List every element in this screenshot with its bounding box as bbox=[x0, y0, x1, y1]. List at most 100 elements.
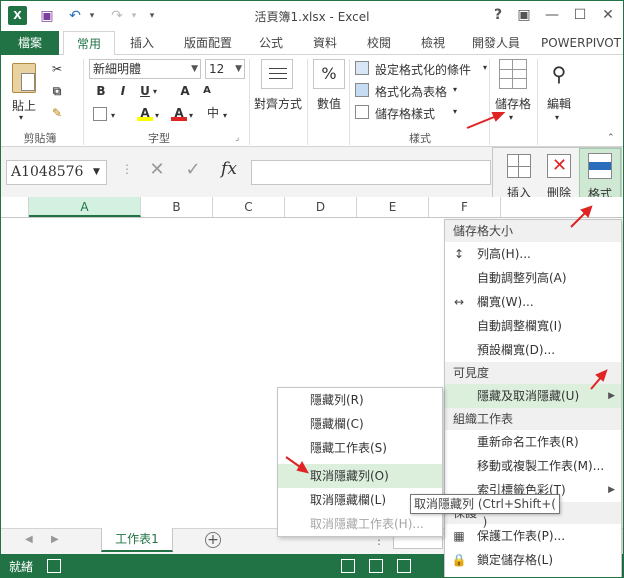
fill-color-button[interactable]: A bbox=[137, 105, 153, 121]
tab-file[interactable]: 檔案 bbox=[1, 31, 59, 55]
tab-insert[interactable]: 插入 bbox=[121, 31, 163, 55]
tab-data[interactable]: 資料 bbox=[303, 31, 347, 55]
menu-item-hide-cols[interactable]: 隱藏欄(C) bbox=[278, 412, 442, 436]
paste-button[interactable]: 貼上 ▾ bbox=[9, 61, 39, 122]
dialog-launcher-icon[interactable]: ⌟ bbox=[235, 133, 239, 143]
column-header[interactable]: A bbox=[29, 197, 141, 217]
column-header[interactable]: E bbox=[357, 197, 429, 217]
font-name-combo[interactable]: 新細明體 ▼ bbox=[89, 59, 201, 79]
menu-item-col-width[interactable]: ↔ 欄寬(W)... bbox=[445, 290, 621, 314]
font-size-combo[interactable]: 12 ▼ bbox=[205, 59, 245, 79]
copy-icon[interactable]: ⧉ bbox=[49, 83, 65, 99]
format-as-table-button[interactable]: 格式化為表格 ▾ bbox=[355, 83, 485, 101]
cut-icon[interactable]: ✂ bbox=[49, 61, 65, 77]
font-name-value: 新細明體 bbox=[93, 62, 142, 76]
menu-item-lock-cell[interactable]: 🔒 鎖定儲存格(L) bbox=[445, 548, 621, 572]
cancel-icon[interactable]: ✕ bbox=[145, 159, 169, 185]
tab-formulas[interactable]: 公式 bbox=[251, 31, 291, 55]
chevron-down-icon: ▼ bbox=[93, 167, 100, 177]
conditional-format-icon bbox=[355, 61, 369, 75]
tab-home[interactable]: 常用 bbox=[63, 31, 115, 56]
name-box[interactable]: A1048576 ▼ bbox=[6, 160, 107, 185]
hide-unhide-submenu: 隱藏列(R) 隱藏欄(C) 隱藏工作表(S) 取消隱藏列(O) 取消隱藏欄(L)… bbox=[277, 387, 443, 537]
maximize-button[interactable]: ☐ bbox=[567, 4, 593, 26]
collapse-ribbon-icon[interactable]: ⌃ bbox=[607, 133, 615, 143]
editing-button[interactable]: ⚲ 編輯 ▾ bbox=[541, 59, 577, 129]
column-header[interactable]: F bbox=[429, 197, 501, 217]
grow-font-button[interactable]: A bbox=[177, 83, 193, 99]
menu-item-protect-sheet[interactable]: ▦ 保護工作表(P)... bbox=[445, 524, 621, 548]
protect-sheet-icon: ▦ bbox=[453, 529, 465, 543]
ribbon-tabs: 檔案 常用 插入 版面配置 公式 資料 校閱 檢視 開發人員 POWERPIVO… bbox=[1, 31, 623, 56]
border-icon[interactable] bbox=[93, 107, 107, 121]
font-group-label: 字型 bbox=[148, 132, 170, 145]
conditional-format-button[interactable]: 設定格式化的條件 ▾ bbox=[355, 61, 487, 79]
page-break-view-icon[interactable] bbox=[397, 559, 411, 573]
menu-item-unhide-rows[interactable]: 取消隱藏列(O) bbox=[278, 464, 442, 488]
close-button[interactable]: ✕ bbox=[595, 4, 621, 26]
cell-styles-icon bbox=[355, 105, 369, 119]
font-color-dropdown-icon[interactable]: ▾ bbox=[189, 111, 193, 120]
italic-button[interactable]: I bbox=[115, 83, 131, 99]
phonetic-button[interactable]: 中 bbox=[205, 105, 221, 121]
add-sheet-icon[interactable]: + bbox=[205, 532, 221, 548]
menu-item-rename[interactable]: 重新命名工作表(R) bbox=[445, 430, 621, 454]
grip-icon: ⋮ bbox=[121, 162, 133, 176]
normal-view-icon[interactable] bbox=[341, 559, 355, 573]
menu-item-autofit-row[interactable]: 自動調整列高(A) bbox=[445, 266, 621, 290]
column-header[interactable]: B bbox=[141, 197, 213, 217]
menu-item-hide-sheet[interactable]: 隱藏工作表(S) bbox=[278, 436, 442, 460]
column-headers: A B C D E F bbox=[1, 197, 623, 218]
font-color-button[interactable]: A bbox=[171, 105, 187, 121]
menu-item-autofit-col[interactable]: 自動調整欄寬(I) bbox=[445, 314, 621, 338]
help-button[interactable]: ? bbox=[485, 4, 511, 26]
editing-label: 編輯 bbox=[546, 97, 571, 111]
sheet-tab[interactable]: 工作表1 bbox=[101, 528, 173, 552]
phonetic-dropdown-icon[interactable]: ▾ bbox=[223, 111, 227, 120]
clipboard-group-label: 剪貼簿 bbox=[23, 132, 57, 145]
underline-dropdown-icon[interactable]: ▾ bbox=[153, 87, 157, 96]
ribbon-display-button[interactable]: ▣ bbox=[511, 4, 537, 26]
shrink-font-button[interactable]: A bbox=[199, 83, 215, 99]
menu-item-move-copy[interactable]: 移動或複製工作表(M)... bbox=[445, 454, 621, 478]
tab-view[interactable]: 檢視 bbox=[411, 31, 455, 55]
insert-function-icon[interactable]: fx bbox=[215, 159, 243, 185]
minimize-button[interactable]: — bbox=[539, 4, 565, 26]
menu-item-hide-unhide[interactable]: 隱藏及取消隱藏(U) ▶ bbox=[445, 384, 621, 408]
menu-item-hide-rows[interactable]: 隱藏列(R) bbox=[278, 388, 442, 412]
cell-styles-button[interactable]: 儲存格樣式 ▾ bbox=[355, 105, 485, 123]
bold-button[interactable]: B bbox=[93, 83, 109, 99]
format-painter-icon[interactable]: ✎ bbox=[49, 105, 65, 121]
column-header[interactable]: C bbox=[213, 197, 285, 217]
submenu-arrow-icon: ▶ bbox=[608, 391, 615, 401]
scroll-left-icon[interactable]: ◀ bbox=[25, 534, 33, 545]
conditional-format-label: 設定格式化的條件 bbox=[375, 63, 472, 77]
tooltip: 取消隱藏列 (Ctrl+Shift+( ) bbox=[410, 494, 560, 529]
menu-item-row-height[interactable]: ↕ 列高(H)... bbox=[445, 242, 621, 266]
menu-item-default-width[interactable]: 預設欄寬(D)... bbox=[445, 338, 621, 362]
number-button[interactable]: % 數值 bbox=[311, 59, 347, 119]
fill-dropdown-icon[interactable]: ▾ bbox=[155, 111, 159, 120]
insert-cells-icon bbox=[507, 154, 531, 178]
name-box-value: A1048576 bbox=[11, 164, 84, 180]
tab-page-layout[interactable]: 版面配置 bbox=[173, 31, 243, 55]
column-header[interactable]: D bbox=[285, 197, 357, 217]
macro-record-icon[interactable] bbox=[47, 559, 61, 573]
group-separator bbox=[537, 59, 538, 145]
underline-button[interactable]: U bbox=[137, 83, 153, 99]
chevron-down-icon: ▾ bbox=[555, 113, 560, 122]
select-all-corner[interactable] bbox=[1, 197, 29, 217]
tab-powerpivot[interactable]: POWERPIVOT bbox=[541, 31, 623, 55]
alignment-button[interactable]: 對齊方式 bbox=[253, 59, 303, 119]
title-bar: X ▣ ↶ ▾ ↷ ▾ ▾ 活頁簿1.xlsx - Excel ? ▣ — ☐ … bbox=[1, 1, 623, 31]
border-dropdown-icon[interactable]: ▾ bbox=[111, 111, 115, 120]
page-layout-view-icon[interactable] bbox=[369, 559, 383, 573]
tab-review[interactable]: 校閱 bbox=[357, 31, 401, 55]
scroll-right-icon[interactable]: ▶ bbox=[51, 534, 59, 545]
cells-button[interactable]: 儲存格 ▾ bbox=[493, 59, 533, 129]
enter-icon[interactable]: ✓ bbox=[181, 159, 205, 185]
tab-developer[interactable]: 開發人員 bbox=[463, 31, 529, 55]
binoculars-icon: ⚲ bbox=[551, 62, 567, 86]
menu-section-header: 儲存格大小 bbox=[445, 220, 621, 242]
formula-input[interactable] bbox=[251, 160, 491, 185]
